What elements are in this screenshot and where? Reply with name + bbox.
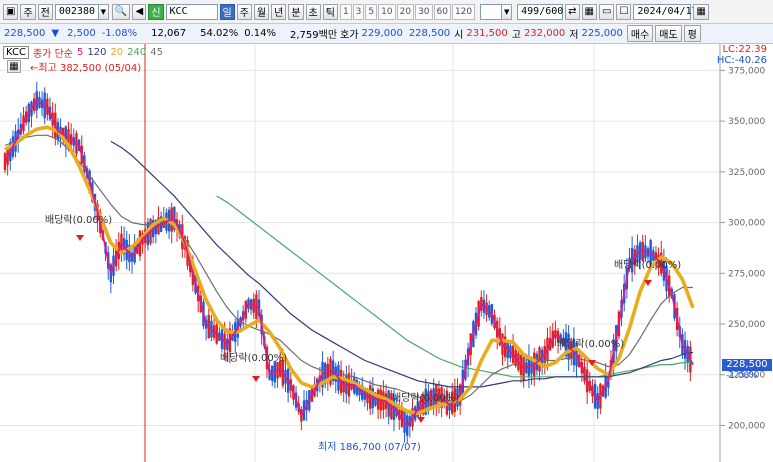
- y-tick-label: 200,000: [728, 421, 765, 431]
- interval-20-button[interactable]: 20: [396, 3, 415, 20]
- period-tick-button[interactable]: 틱: [322, 3, 338, 20]
- interval-5-button[interactable]: 5: [365, 3, 378, 20]
- period-weekly-button[interactable]: 주: [236, 3, 252, 20]
- interval-3-button[interactable]: 3: [352, 3, 365, 20]
- quote-high: 232,000: [523, 28, 566, 39]
- dividend-label-2: 배당락(0.00%): [220, 353, 288, 364]
- low-label: 저: [569, 30, 579, 41]
- save-icon[interactable]: ▭: [598, 3, 615, 20]
- data-count-field[interactable]: 499/600: [517, 3, 563, 20]
- table-icon[interactable]: ▦: [7, 60, 21, 73]
- grid-icon[interactable]: ▦: [581, 3, 597, 20]
- credit-badge: 신: [148, 3, 164, 20]
- quote-turnover: 0.14%: [244, 28, 277, 39]
- legend-ma240: 240: [127, 47, 147, 58]
- interval-custom-input[interactable]: [480, 3, 503, 20]
- quote-change-pct: -1.08%: [101, 28, 138, 39]
- quote-open: 231,500: [466, 28, 508, 39]
- quote-ask: 229,000: [361, 28, 403, 39]
- code-dropdown-icon[interactable]: ▼: [98, 3, 109, 20]
- lc-high: LC:22.39: [722, 44, 767, 55]
- quote-bid: 228,500: [408, 28, 451, 39]
- min-annotation: 최저 186,700 (07/07): [318, 442, 421, 453]
- high-label: 고: [511, 30, 521, 41]
- dividend-label-1: 배당락(0.00%): [45, 215, 113, 226]
- down-arrow-icon: ▼: [51, 28, 60, 39]
- search-icon[interactable]: 🔍: [111, 3, 131, 20]
- candlestick-chart[interactable]: 200,000225,000250,000275,000300,000325,0…: [0, 44, 773, 462]
- open-label: 시: [454, 30, 464, 41]
- period-second-button[interactable]: 초: [305, 3, 321, 20]
- y-tick-label: 350,000: [728, 117, 765, 127]
- legend-ma20: 20: [110, 47, 124, 58]
- last-price-pct: -1.08%: [726, 371, 758, 381]
- period-yearly-button[interactable]: 년: [271, 3, 287, 20]
- interval-30-button[interactable]: 30: [415, 3, 433, 20]
- stock-code-input[interactable]: 002380: [54, 3, 99, 20]
- legend-ma5: 5: [76, 47, 84, 58]
- lc-low: HC:-40.26: [716, 55, 767, 66]
- dividend-label-3: 배당락(0.00%): [392, 393, 460, 404]
- quote-price: 228,500: [4, 28, 46, 39]
- period-daily-button[interactable]: 일: [219, 3, 235, 20]
- layout-icon[interactable]: ▣: [3, 3, 19, 20]
- dividend-label-5: 배당락(0.00%): [614, 260, 682, 271]
- y-tick-label: 275,000: [728, 269, 765, 279]
- chart-legend: KCC 종가 단순 5 120 20 240 45: [3, 45, 163, 60]
- interval-dropdown-icon[interactable]: ▼: [502, 3, 513, 20]
- legend-ma45: 45: [150, 47, 163, 58]
- quote-amount: 2,759백만: [290, 30, 338, 41]
- stock-name-field[interactable]: KCC: [165, 3, 218, 20]
- period-minute-button[interactable]: 분: [288, 3, 304, 20]
- buy-button[interactable]: 매수: [626, 25, 654, 42]
- evaluate-button[interactable]: 평: [683, 25, 701, 42]
- interval-120-button[interactable]: 120: [451, 3, 476, 20]
- ask-label: 호가: [340, 30, 359, 41]
- date-field[interactable]: 2024/04/17: [633, 3, 698, 20]
- legend-ma120: 120: [87, 47, 107, 58]
- kind-button[interactable]: 전: [37, 3, 53, 20]
- y-tick-label: 300,000: [728, 219, 765, 229]
- calendar-icon[interactable]: ▦: [693, 3, 709, 20]
- legend-title: 종가 단순: [32, 49, 73, 60]
- y-tick-label: 375,000: [728, 66, 765, 76]
- legend-stock-name[interactable]: KCC: [3, 46, 29, 59]
- period-unit-button[interactable]: 주: [20, 3, 36, 20]
- speaker-icon[interactable]: ◀: [132, 3, 147, 20]
- max-annotation: ←최고 382,500 (05/04): [30, 63, 142, 74]
- sell-button[interactable]: 매도: [655, 25, 682, 42]
- y-tick-label: 250,000: [728, 320, 765, 330]
- interval-10-button[interactable]: 10: [378, 3, 396, 20]
- compare-icon[interactable]: ⇄: [565, 3, 580, 20]
- chart-toolbar: ▣ 주 전 002380 ▼ 🔍 ◀ 신 KCC 일 주 월 년 분 초 틱 1…: [0, 0, 773, 24]
- interval-1-button[interactable]: 1: [339, 3, 352, 20]
- y-tick-label: 325,000: [728, 168, 765, 178]
- quote-bar: 228,500 ▼ 2,500 -1.08% 12,067 54.02% 0.1…: [0, 24, 773, 44]
- quote-vol-ratio: 54.02%: [200, 28, 239, 39]
- checkbox-icon[interactable]: ☐: [616, 3, 632, 20]
- last-price-tag: 228,500: [722, 359, 772, 371]
- quote-low: 225,000: [581, 28, 623, 39]
- quote-volume: 12,067: [151, 28, 187, 39]
- interval-60-button[interactable]: 60: [433, 3, 451, 20]
- dividend-label-4: 배당락(0.00%): [557, 339, 625, 350]
- period-monthly-button[interactable]: 월: [253, 3, 270, 20]
- y-axis-panel: [720, 44, 773, 462]
- quote-change: 2,500: [67, 28, 96, 39]
